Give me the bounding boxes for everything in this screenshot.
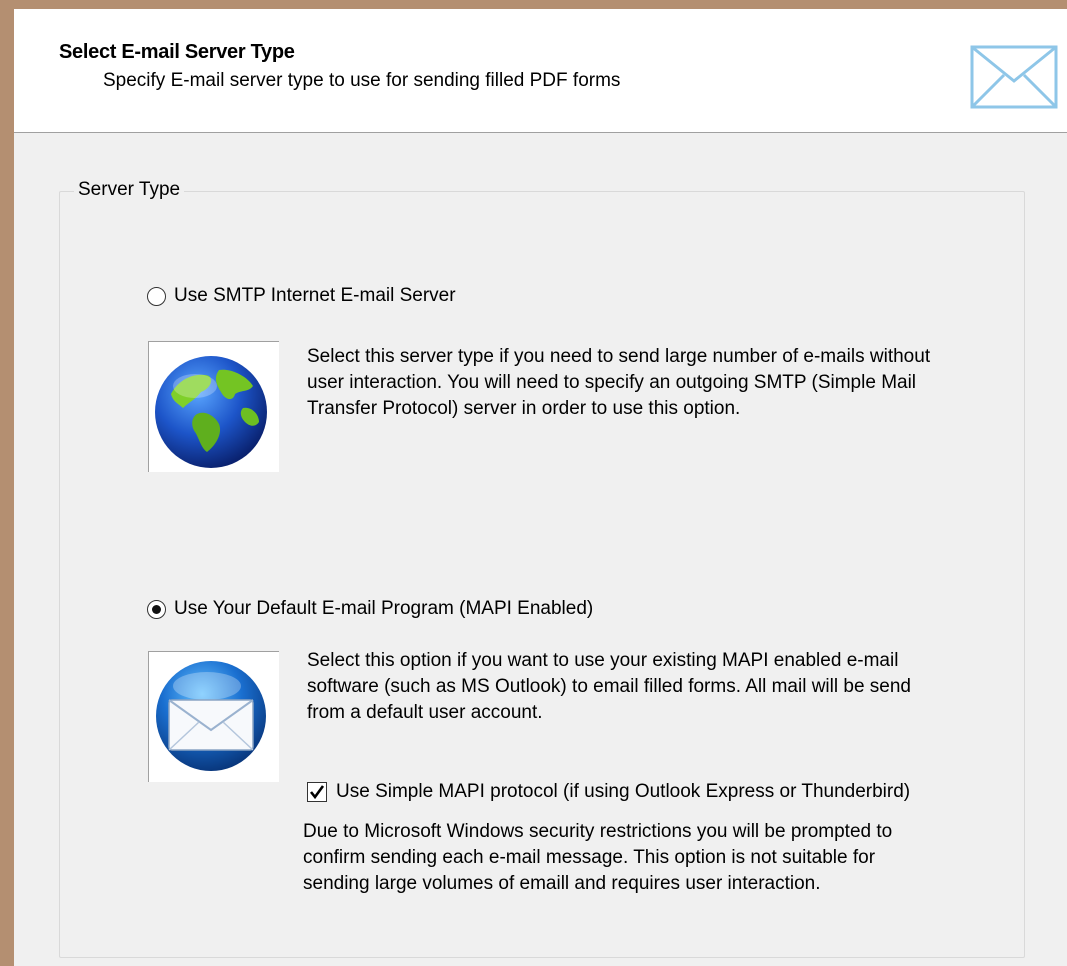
mapi-description: Select this option if you want to use yo… <box>307 650 911 723</box>
mapi-radio-option[interactable]: Use Your Default E-mail Program (MAPI En… <box>147 598 593 620</box>
smtp-description: Select this server type if you need to s… <box>307 346 931 419</box>
mail-orb-icon <box>156 661 266 771</box>
simple-mapi-label: Use Simple MAPI protocol (if using Outlo… <box>336 781 911 802</box>
smtp-radio-button[interactable] <box>147 286 166 306</box>
simple-mapi-note: Due to Microsoft Windows security restri… <box>303 821 893 894</box>
page-subtitle: Specify E-mail server type to use for se… <box>103 70 621 91</box>
smtp-radio-label: Use SMTP Internet E-mail Server <box>174 285 456 306</box>
page-title: Select E-mail Server Type <box>59 41 295 63</box>
server-type-legend: Server Type <box>74 179 185 201</box>
envelope-icon <box>970 45 1058 109</box>
checkmark-icon <box>309 785 325 800</box>
smtp-image-box <box>148 341 279 472</box>
globe-icon <box>155 356 267 468</box>
mapi-image-box <box>148 651 279 782</box>
wizard-window: Select E-mail Server Type Specify E-mail… <box>14 9 1067 966</box>
smtp-radio-option[interactable]: Use SMTP Internet E-mail Server <box>147 285 456 307</box>
simple-mapi-checkbox[interactable] <box>307 782 327 802</box>
mapi-radio-label: Use Your Default E-mail Program (MAPI En… <box>174 598 594 619</box>
wizard-header: Select E-mail Server Type Specify E-mail… <box>14 9 1067 133</box>
simple-mapi-option[interactable]: Use Simple MAPI protocol (if using Outlo… <box>307 781 910 803</box>
mapi-radio-button[interactable] <box>147 599 166 619</box>
